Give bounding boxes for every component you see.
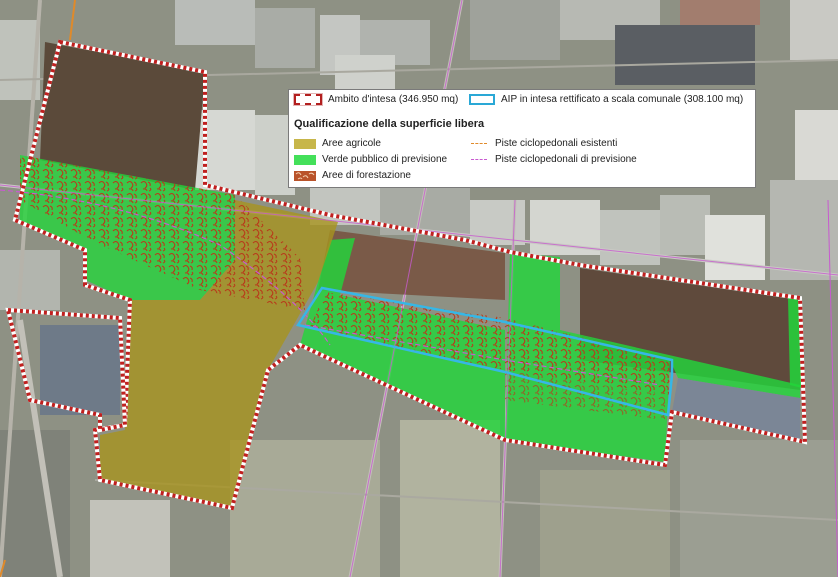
- legend-title: Qualificazione della superficie libera: [294, 118, 485, 130]
- map-legend: Ambito d'intesa (346.950 mq) AIP in inte…: [288, 89, 756, 188]
- legend-label: AIP in intesa rettificato a scala comuna…: [501, 94, 744, 105]
- legend-item-aip: AIP in intesa rettificato a scala comuna…: [469, 94, 743, 105]
- legend-item-ambito: Ambito d'intesa (346.950 mq): [293, 93, 459, 106]
- legend-label: Piste ciclopedonali di previsione: [495, 154, 637, 165]
- aip-swatch: [469, 94, 495, 105]
- map-canvas[interactable]: [0, 0, 838, 577]
- legend-item-piste-esistenti: Piste ciclopedonali esistenti: [471, 138, 617, 149]
- piste-previsione-swatch: [471, 159, 487, 160]
- piste-esistenti-swatch: [471, 143, 487, 144]
- legend-label: Aree agricole: [322, 138, 381, 149]
- aree-forestazione-swatch: [294, 170, 316, 181]
- ambito-swatch: [293, 93, 323, 106]
- legend-label: Verde pubblico di previsione: [322, 154, 448, 165]
- verde-pubblico-swatch: [294, 154, 316, 165]
- legend-item-aree-forestazione: Aree di forestazione: [294, 170, 411, 181]
- aree-agricole-swatch: [294, 138, 316, 149]
- legend-label: Ambito d'intesa (346.950 mq): [328, 94, 459, 105]
- legend-item-verde-pubblico: Verde pubblico di previsione: [294, 154, 447, 165]
- legend-label: Piste ciclopedonali esistenti: [495, 138, 618, 149]
- legend-item-aree-agricole: Aree agricole: [294, 138, 381, 149]
- building: [40, 325, 120, 415]
- legend-item-piste-previsione: Piste ciclopedonali di previsione: [471, 154, 637, 165]
- legend-label: Aree di forestazione: [322, 170, 411, 181]
